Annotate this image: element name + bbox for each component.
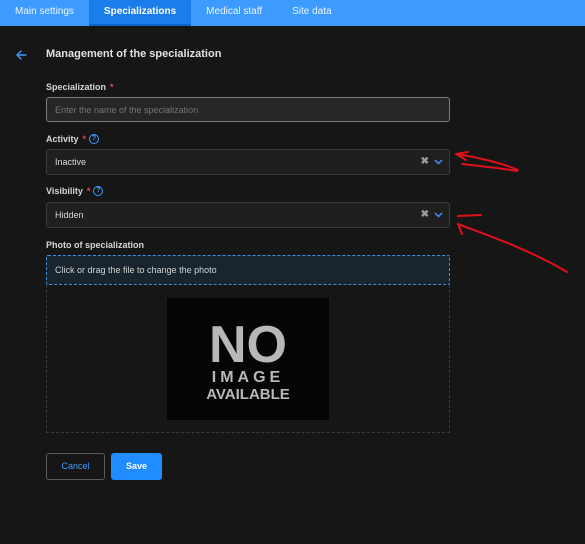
required-asterisk: * — [110, 82, 114, 92]
visibility-label-text: Visibility — [46, 186, 83, 196]
activity-label-text: Activity — [46, 134, 79, 144]
save-button[interactable]: Save — [111, 453, 162, 480]
clear-icon[interactable]: ✖ — [421, 203, 429, 227]
top-tab-bar: Main settings Specializations Medical st… — [0, 0, 585, 26]
no-image-line1: NO — [209, 316, 287, 374]
chevron-down-icon[interactable] — [434, 159, 443, 165]
photo-label: Photo of specialization — [46, 240, 145, 250]
activity-select[interactable]: Inactive ✖ — [46, 149, 450, 175]
red-arrow-annotation-visibility — [457, 214, 568, 273]
tab-specializations[interactable]: Specializations — [88, 0, 192, 26]
required-asterisk: * — [86, 186, 91, 196]
tab-medical-staff[interactable]: Medical staff — [191, 0, 277, 26]
photo-dropzone[interactable]: Click or drag the file to change the pho… — [46, 255, 450, 285]
visibility-selected-value: Hidden — [55, 210, 84, 220]
cancel-button[interactable]: Cancel — [46, 453, 105, 480]
specialization-label: Specialization * — [46, 82, 114, 92]
chevron-down-icon[interactable] — [434, 212, 443, 218]
visibility-select[interactable]: Hidden ✖ — [46, 202, 450, 228]
activity-label: Activity * ? — [46, 134, 100, 144]
tab-site-data[interactable]: Site data — [277, 0, 346, 26]
specialization-name-input[interactable] — [46, 97, 450, 122]
page-title: Management of the specialization — [46, 48, 222, 60]
help-icon[interactable]: ? — [89, 134, 100, 144]
specialization-label-text: Specialization — [46, 82, 107, 92]
no-image-placeholder: NO IMAGE AVAILABLE — [167, 298, 329, 420]
activity-selected-value: Inactive — [55, 157, 87, 167]
visibility-label: Visibility * ? — [46, 186, 104, 196]
clear-icon[interactable]: ✖ — [421, 150, 429, 174]
required-asterisk: * — [82, 134, 87, 144]
back-arrow-icon[interactable] — [14, 48, 28, 62]
tab-main-settings[interactable]: Main settings — [0, 0, 89, 26]
no-image-line2: IMAGE — [212, 369, 284, 386]
help-icon[interactable]: ? — [93, 186, 104, 196]
red-arrow-annotation-activity — [455, 151, 519, 172]
no-image-line3: AVAILABLE — [206, 386, 290, 403]
